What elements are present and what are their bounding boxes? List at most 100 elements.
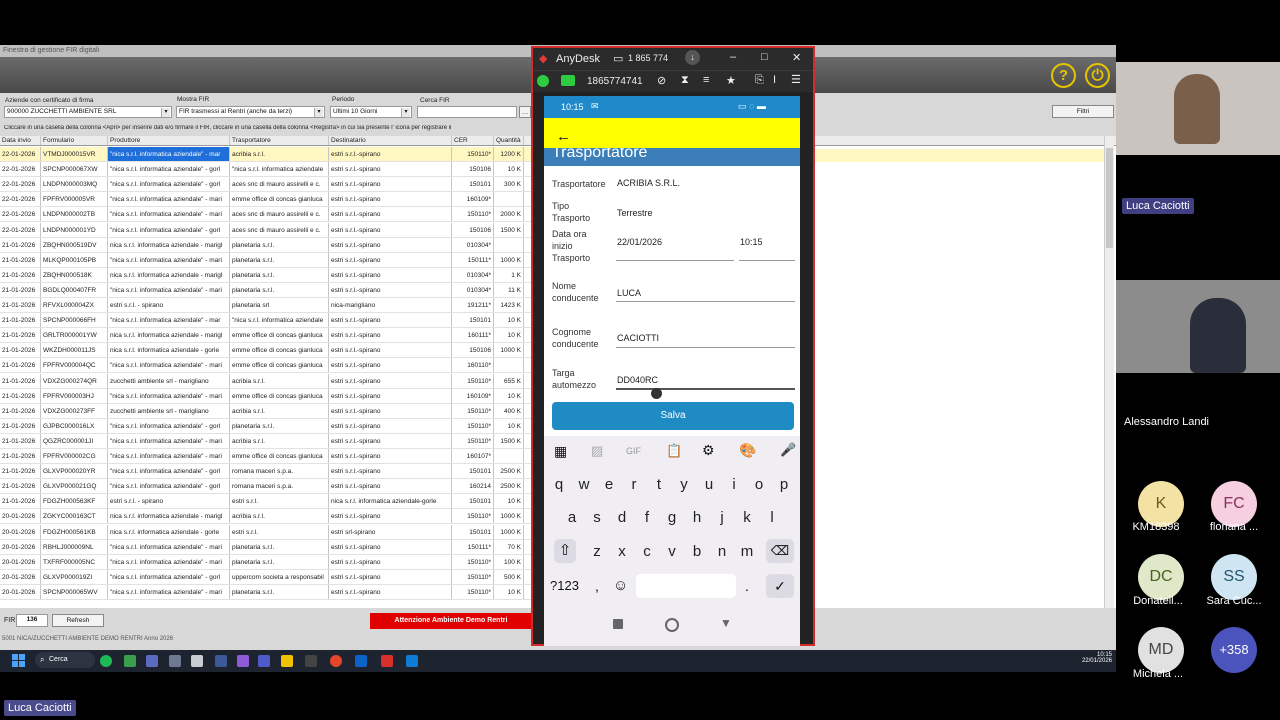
key-a[interactable]: a <box>562 509 582 526</box>
microphone-icon[interactable]: 🎤 <box>780 442 796 458</box>
table-cell[interactable]: planetaria s.r.l. <box>230 282 329 297</box>
table-cell[interactable]: acribia s.r.l. <box>230 403 329 418</box>
table-cell[interactable]: 150110* <box>452 147 494 162</box>
table-cell[interactable]: 22-01-2026 <box>0 177 41 192</box>
key-s[interactable]: s <box>587 509 607 526</box>
table-cell[interactable]: estri s.r.l.-spirano <box>329 388 452 403</box>
key-h[interactable]: h <box>687 509 707 526</box>
table-cell[interactable]: 160107* <box>452 449 494 464</box>
key-k[interactable]: k <box>737 509 757 526</box>
table-cell[interactable]: estri s.r.l.-spirano <box>329 554 452 569</box>
mostra-select[interactable]: FIR trasmessi al Rentri (anche da terzi)… <box>176 106 325 118</box>
table-cell[interactable]: 150110* <box>452 509 494 524</box>
windows-start-icon[interactable] <box>12 654 25 667</box>
table-cell[interactable]: 1500 K <box>494 222 524 237</box>
key-d[interactable]: d <box>612 509 632 526</box>
table-cell[interactable]: 70 K <box>494 539 524 554</box>
column-header[interactable]: Destinatario <box>329 136 452 145</box>
settings-gear-icon[interactable]: ⚙ <box>702 442 715 459</box>
table-cell[interactable]: 22-01-2026 <box>0 222 41 237</box>
symbols-key[interactable]: ?123 <box>550 578 579 593</box>
table-cell[interactable]: FPFRV000003HJ <box>41 388 108 403</box>
table-cell[interactable]: 21-01-2026 <box>0 418 41 433</box>
table-cell[interactable]: uppercom societa a responsabil <box>230 569 329 584</box>
app-icon-8[interactable] <box>406 655 418 667</box>
table-cell[interactable]: 010304* <box>452 282 494 297</box>
table-cell[interactable]: 21-01-2026 <box>0 373 41 388</box>
table-cell[interactable]: acribia s.r.l. <box>230 147 329 162</box>
table-cell[interactable]: estri s.r.l. - spirano <box>108 494 230 509</box>
key-b[interactable]: b <box>687 543 707 560</box>
table-cell[interactable]: acribia s.r.l. <box>230 373 329 388</box>
table-cell[interactable]: estri s.r.l.-spirano <box>329 222 452 237</box>
key-q[interactable]: q <box>549 476 569 493</box>
table-cell[interactable]: acribia s.r.l. <box>230 433 329 448</box>
table-cell[interactable]: RFVXL000004ZX <box>41 298 108 313</box>
table-row[interactable]: 21-01-2026 GJPBC000016LX "nica s.r.l. info… <box>0 418 531 434</box>
key-u[interactable]: u <box>699 476 719 493</box>
table-cell[interactable]: planetaria s.r.l. <box>230 237 329 252</box>
table-row[interactable]: 20-01-2026 FDGZH000561KB nica s.r.l. infor… <box>0 524 531 540</box>
nav-back-icon[interactable]: ▼ <box>720 616 732 630</box>
table-scrollbar[interactable] <box>1104 136 1114 608</box>
table-cell[interactable]: 21-01-2026 <box>0 358 41 373</box>
table-cell[interactable]: planetaria s.r.l. <box>230 584 329 599</box>
table-cell[interactable]: nica s.r.l. informatica aziendale - mari… <box>108 267 230 282</box>
table-cell[interactable]: 21-01-2026 <box>0 464 41 479</box>
table-cell[interactable]: 500 K <box>494 569 524 584</box>
table-cell[interactable]: QGZRC000001JI <box>41 433 108 448</box>
table-cell[interactable]: nica s.r.l. informatica aziendale - mari… <box>108 237 230 252</box>
table-cell[interactable]: estri srl-spirano <box>329 524 452 539</box>
table-cell[interactable]: 21-01-2026 <box>0 237 41 252</box>
table-cell[interactable]: 2500 K <box>494 464 524 479</box>
table-cell[interactable] <box>494 449 524 464</box>
chat-icon[interactable] <box>561 75 575 86</box>
table-cell[interactable]: emme office di concas gianluca <box>230 358 329 373</box>
table-cell[interactable]: planetaria s.r.l. <box>230 554 329 569</box>
table-cell[interactable]: estri s.r.l.-spirano <box>329 313 452 328</box>
key-t[interactable]: t <box>649 476 669 493</box>
app-icon-4[interactable] <box>191 655 203 667</box>
column-header[interactable]: CER <box>452 136 494 145</box>
cerca-button[interactable]: … <box>519 106 531 118</box>
app-icon-3[interactable] <box>169 655 181 667</box>
avatar-md[interactable]: MD <box>1138 627 1184 673</box>
key-g[interactable]: g <box>662 509 682 526</box>
scroll-thumb[interactable] <box>1106 148 1113 248</box>
table-cell[interactable]: 150110* <box>452 584 494 599</box>
key-x[interactable]: x <box>612 543 632 560</box>
space-key[interactable] <box>636 574 736 598</box>
table-row[interactable]: 21-01-2026 VDXZG000273FF zucchetti ambient… <box>0 403 531 419</box>
table-cell[interactable] <box>494 358 524 373</box>
table-cell[interactable]: 22-01-2026 <box>0 147 41 162</box>
table-row[interactable]: 21-01-2026 FPFRV000003HJ "nica s.r.l. info… <box>0 388 531 404</box>
table-cell[interactable]: 20-01-2026 <box>0 524 41 539</box>
more-participants-button[interactable]: +358 <box>1211 627 1257 673</box>
key-m[interactable]: m <box>737 543 757 560</box>
table-cell[interactable]: SPCNP000065WV <box>41 584 108 599</box>
table-cell[interactable]: estri s.r.l.-spirano <box>329 569 452 584</box>
table-cell[interactable]: estri s.r.l.-spirano <box>329 358 452 373</box>
table-cell[interactable]: "nica s.r.l. informatica aziendale" - go… <box>108 569 230 584</box>
table-cell[interactable]: 20-01-2026 <box>0 539 41 554</box>
key-e[interactable]: e <box>599 476 619 493</box>
table-cell[interactable]: 21-01-2026 <box>0 282 41 297</box>
column-header[interactable]: Trasportatore <box>230 136 329 145</box>
table-cell[interactable]: VTMDJ000015VR <box>41 147 108 162</box>
table-cell[interactable]: 21-01-2026 <box>0 267 41 282</box>
azienda-select[interactable]: 900000 ZUCCHETTI AMBIENTE SRL ▾ <box>4 106 172 118</box>
table-cell[interactable]: emme office di concas gianluca <box>230 192 329 207</box>
table-row[interactable]: 20-01-2026 GLXVP000019ZI "nica s.r.l. info… <box>0 569 531 585</box>
table-cell[interactable]: 160110* <box>452 358 494 373</box>
table-cell[interactable] <box>494 237 524 252</box>
table-cell[interactable]: 150101 <box>452 524 494 539</box>
table-cell[interactable]: "nica s.r.l. informatica aziendale" - ma… <box>108 433 230 448</box>
column-header[interactable]: Quantità <box>494 136 524 145</box>
menu-icon[interactable]: ☰ <box>791 73 801 86</box>
key-n[interactable]: n <box>712 543 732 560</box>
table-cell[interactable]: MLKQP000105PB <box>41 252 108 267</box>
key-l[interactable]: l <box>762 509 782 526</box>
table-cell[interactable]: estri s.r.l.-spirano <box>329 282 452 297</box>
app-icon-7[interactable] <box>305 655 317 667</box>
key-r[interactable]: r <box>624 476 644 493</box>
